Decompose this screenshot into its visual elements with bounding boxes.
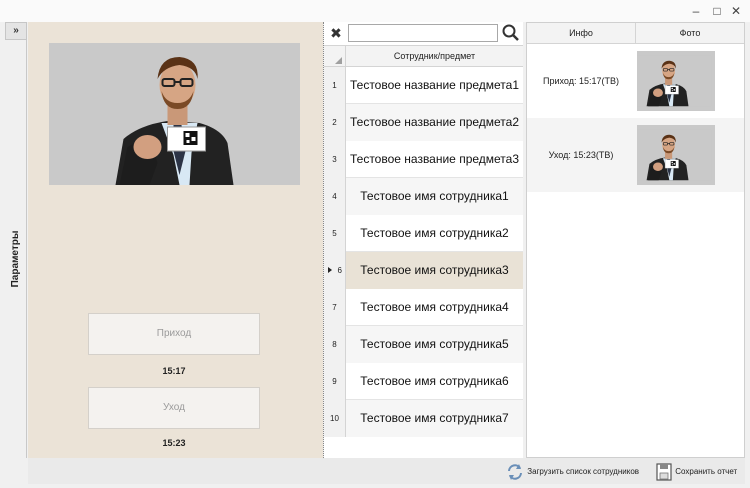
row-number: 9	[332, 377, 337, 386]
search-icon[interactable]	[501, 23, 521, 43]
minimize-button[interactable]: –	[688, 3, 704, 19]
row-header[interactable]: 2	[324, 104, 346, 141]
row-cell-name[interactable]: Тестовое имя сотрудника6	[346, 363, 523, 400]
table-row[interactable]: 1 Тестовое название предмета1	[324, 67, 523, 104]
row-header[interactable]: 8	[324, 326, 346, 363]
row-number: 7	[332, 303, 337, 312]
row-header[interactable]: 1	[324, 67, 346, 104]
grid-select-all-corner[interactable]	[324, 46, 346, 67]
table-row[interactable]: 4 Тестовое имя сотрудника1	[324, 178, 523, 215]
employee-list-panel: ✖ Сотрудник/предмет 1 Тестовое название п…	[324, 22, 523, 458]
row-cell-name[interactable]: Тестовое название предмета2	[346, 104, 523, 141]
arrival-time: 15:17	[162, 366, 186, 376]
row-header[interactable]: 9	[324, 363, 346, 400]
log-row[interactable]: Уход: 15:23(ТВ)	[527, 118, 744, 192]
arrival-button[interactable]: Приход	[88, 313, 260, 355]
row-cell-name[interactable]: Тестовое имя сотрудника4	[346, 289, 523, 326]
table-row[interactable]: 6 Тестовое имя сотрудника3	[324, 252, 523, 289]
info-column-header[interactable]: Инфо	[527, 23, 636, 44]
table-row[interactable]: 7 Тестовое имя сотрудника4	[324, 289, 523, 326]
params-sidebar-label[interactable]: Параметры	[9, 223, 23, 295]
save-icon	[655, 462, 673, 482]
row-cell-name[interactable]: Тестовое имя сотрудника1	[346, 178, 523, 215]
table-row[interactable]: 9 Тестовое имя сотрудника6	[324, 363, 523, 400]
log-panel: Инфо Фото Приход: 15:17(ТВ) Уход: 15:23(…	[526, 22, 745, 458]
row-header[interactable]: 3	[324, 141, 346, 178]
log-row[interactable]: Приход: 15:17(ТВ)	[527, 44, 744, 118]
save-report-label: Сохранить отчет	[675, 467, 738, 476]
load-employees-button[interactable]: Загрузить список сотрудников	[505, 461, 639, 483]
row-cell-name[interactable]: Тестовое имя сотрудника3	[346, 252, 523, 289]
params-sidebar: » Параметры	[5, 22, 27, 458]
grid-header: Сотрудник/предмет	[324, 45, 523, 67]
title-bar: – □ ✕	[0, 0, 750, 22]
row-number: 10	[330, 414, 339, 423]
row-number: 1	[332, 81, 337, 90]
table-row[interactable]: 8 Тестовое имя сотрудника5	[324, 326, 523, 363]
camera-photo	[49, 43, 300, 185]
table-row[interactable]: 3 Тестовое название предмета3	[324, 141, 523, 178]
row-number: 5	[332, 229, 337, 238]
log-photo	[637, 125, 715, 185]
maximize-button[interactable]: □	[709, 3, 725, 19]
table-row[interactable]: 10 Тестовое имя сотрудника7	[324, 400, 523, 437]
table-row[interactable]: 2 Тестовое название предмета2	[324, 104, 523, 141]
grid-column-header[interactable]: Сотрудник/предмет	[346, 46, 523, 67]
row-header[interactable]: 7	[324, 289, 346, 326]
row-number: 4	[332, 192, 337, 201]
clear-search-button[interactable]: ✖	[327, 24, 345, 42]
log-info: Уход: 15:23(ТВ)	[548, 150, 614, 160]
row-number: 6	[337, 266, 342, 275]
log-photo	[637, 51, 715, 111]
photo-column-header[interactable]: Фото	[636, 23, 744, 44]
save-report-button[interactable]: Сохранить отчет	[655, 461, 737, 483]
camera-panel: Приход 15:17 Уход 15:23	[28, 22, 323, 458]
refresh-icon	[505, 462, 525, 482]
row-header[interactable]: 6	[324, 252, 346, 289]
row-number: 8	[332, 340, 337, 349]
departure-button[interactable]: Уход	[88, 387, 260, 429]
row-header[interactable]: 5	[324, 215, 346, 252]
row-cell-name[interactable]: Тестовое имя сотрудника5	[346, 326, 523, 363]
row-number: 3	[332, 155, 337, 164]
row-cell-name[interactable]: Тестовое имя сотрудника2	[346, 215, 523, 252]
expand-sidebar-button[interactable]: »	[5, 22, 27, 40]
load-employees-label: Загрузить список сотрудников	[527, 467, 640, 476]
row-cell-name[interactable]: Тестовое название предмета3	[346, 141, 523, 178]
row-header[interactable]: 10	[324, 400, 346, 437]
current-row-arrow-icon	[328, 267, 332, 273]
search-input[interactable]	[348, 24, 498, 42]
row-header[interactable]: 4	[324, 178, 346, 215]
row-cell-name[interactable]: Тестовое название предмета1	[346, 67, 523, 104]
table-row[interactable]: 5 Тестовое имя сотрудника2	[324, 215, 523, 252]
row-cell-name[interactable]: Тестовое имя сотрудника7	[346, 400, 523, 437]
row-number: 2	[332, 118, 337, 127]
log-info: Приход: 15:17(ТВ)	[543, 76, 619, 86]
close-button[interactable]: ✕	[728, 3, 744, 19]
departure-time: 15:23	[162, 438, 186, 448]
